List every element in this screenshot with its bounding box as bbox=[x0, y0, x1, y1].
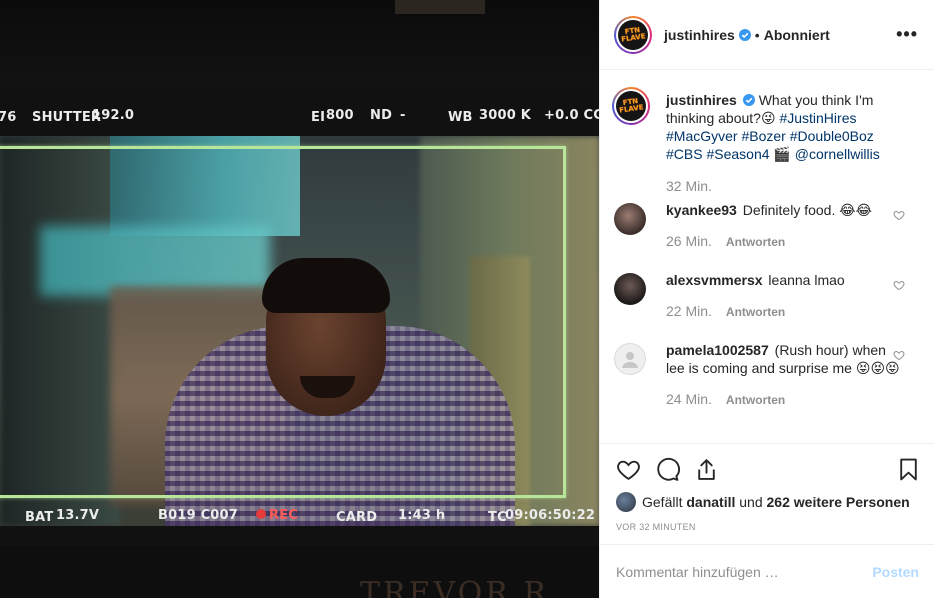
comment-text: leanna lmao bbox=[768, 272, 845, 288]
comment-input[interactable] bbox=[616, 563, 873, 580]
liker-username[interactable]: danatill bbox=[686, 494, 735, 510]
share-icon[interactable] bbox=[694, 457, 719, 482]
hud-tint: +0.0 CC bbox=[544, 108, 599, 123]
avatar-logo-text: FTN FLAVE bbox=[620, 25, 647, 44]
follow-status-button[interactable]: Abonniert bbox=[764, 27, 830, 43]
likes-prefix: Gefällt bbox=[642, 494, 683, 510]
camera-monitor: 76 SHUTTER 192.0 EI 800 ND - WB 3000 K +… bbox=[0, 88, 599, 546]
post-side-panel: FTN FLAVE justinhires • Abonniert ••• FT… bbox=[599, 0, 934, 598]
comment-time: 24 Min. bbox=[666, 391, 712, 407]
post-header: FTN FLAVE justinhires • Abonniert ••• bbox=[600, 0, 934, 70]
action-icons bbox=[616, 454, 921, 484]
post-timestamp[interactable]: VOR 32 MINUTEN bbox=[616, 522, 921, 532]
likes-middle: und bbox=[739, 494, 763, 510]
caption-time: 32 Min. bbox=[666, 178, 712, 194]
comment-time: 26 Min. bbox=[666, 233, 712, 249]
header-avatar[interactable]: FTN FLAVE bbox=[614, 15, 652, 54]
hashtag-link[interactable]: #Double0Boz bbox=[790, 128, 874, 144]
caption-row: FTN FLAVE justinhires What you think I'm… bbox=[612, 87, 919, 195]
comment-username[interactable]: alexsvmmersx bbox=[666, 272, 763, 288]
hud-clip: B019 C007 bbox=[158, 508, 239, 523]
hud-nd-value: - bbox=[400, 108, 406, 123]
hud-shutter-value: 192.0 bbox=[92, 108, 135, 123]
reply-button[interactable]: Antworten bbox=[726, 305, 785, 319]
like-comment-heart-icon[interactable] bbox=[893, 349, 905, 361]
commenter-avatar[interactable] bbox=[614, 203, 646, 235]
like-comment-heart-icon[interactable] bbox=[893, 209, 905, 221]
frame-guide bbox=[0, 146, 566, 498]
liker-avatar bbox=[616, 492, 636, 512]
hud-nd-label: ND bbox=[370, 108, 393, 123]
comment-time: 22 Min. bbox=[666, 303, 712, 319]
comment-row: pamela1002587 (Rush hour) when lee is co… bbox=[614, 341, 919, 409]
rec-dot-icon bbox=[256, 509, 266, 519]
hud-rec: REC bbox=[256, 508, 298, 523]
hashtag-link[interactable]: #MacGyver bbox=[666, 128, 738, 144]
background-sign bbox=[395, 0, 485, 14]
hud-ei-value: 800 bbox=[326, 108, 354, 123]
likes-summary[interactable]: Gefällt danatill und 262 weitere Persone… bbox=[616, 492, 921, 512]
like-heart-icon[interactable] bbox=[616, 457, 641, 482]
header-separator: • bbox=[754, 26, 760, 43]
verified-badge-icon bbox=[742, 94, 755, 106]
verified-badge-icon bbox=[738, 28, 751, 41]
hashtag-link[interactable]: #Bozer bbox=[741, 128, 785, 144]
hashtag-link[interactable]: #CBS bbox=[666, 146, 703, 162]
caption-username[interactable]: justinhires bbox=[666, 92, 737, 108]
post-comment-button[interactable]: Posten bbox=[872, 564, 919, 580]
hud-card-value: 1:43 h bbox=[398, 508, 446, 523]
hud-tc-label: TC bbox=[488, 510, 507, 525]
reply-button[interactable]: Antworten bbox=[726, 393, 785, 407]
hud-wb-label: WB bbox=[448, 110, 473, 125]
hud-shutter-label: SHUTTER bbox=[32, 110, 102, 125]
monitor-hud-bottom: BAT 13.7V B019 C007 REC CARD 1:43 h TC 0… bbox=[0, 508, 599, 534]
comment-bubble-icon[interactable] bbox=[655, 457, 680, 482]
add-comment-form: Posten bbox=[600, 544, 934, 598]
comment-username[interactable]: kyankee93 bbox=[666, 202, 737, 218]
hud-bat-value: 13.7V bbox=[56, 508, 100, 523]
post-photo[interactable]: 76 SHUTTER 192.0 EI 800 ND - WB 3000 K +… bbox=[0, 0, 599, 598]
comment-row: kyankee93 Definitely food. 😂😂 26 Min. Ant… bbox=[614, 201, 919, 251]
hashtag-link[interactable]: #JustinHires bbox=[779, 110, 856, 126]
bookmark-icon[interactable] bbox=[896, 457, 921, 482]
caption-avatar[interactable]: FTN FLAVE bbox=[612, 87, 650, 125]
hud-wb-value: 3000 K bbox=[479, 108, 531, 123]
hud-left-edge: 76 bbox=[0, 110, 17, 125]
hud-bat-label: BAT bbox=[25, 510, 54, 525]
hud-card-label: CARD bbox=[336, 510, 378, 525]
comment-row: alexsvmmersx leanna lmao 22 Min. Antworte… bbox=[614, 271, 919, 321]
stand-text: TREVOR R bbox=[360, 576, 549, 598]
header-username[interactable]: justinhires bbox=[664, 27, 735, 43]
monitor-hud-top: 76 SHUTTER 192.0 EI 800 ND - WB 3000 K +… bbox=[0, 108, 599, 134]
clapper-emoji: 🎬 bbox=[773, 146, 791, 162]
hashtag-link[interactable]: #Season4 bbox=[706, 146, 769, 162]
commenter-avatar[interactable] bbox=[614, 273, 646, 305]
reply-button[interactable]: Antworten bbox=[726, 235, 785, 249]
more-options-icon[interactable]: ••• bbox=[896, 24, 918, 45]
mention-link[interactable]: @cornellwillis bbox=[795, 146, 880, 162]
comment-text: Definitely food. 😂😂 bbox=[742, 202, 872, 218]
post-actions: Gefällt danatill und 262 weitere Persone… bbox=[600, 443, 934, 532]
like-comment-heart-icon[interactable] bbox=[893, 279, 905, 291]
comment-username[interactable]: pamela1002587 bbox=[666, 342, 769, 358]
hud-ei-label: EI bbox=[311, 110, 326, 125]
comments-list[interactable]: FTN FLAVE justinhires What you think I'm… bbox=[600, 71, 934, 443]
hud-tc-value: 09:06:50:22 bbox=[505, 508, 596, 523]
default-avatar-icon[interactable] bbox=[614, 343, 646, 375]
likes-count[interactable]: 262 weitere Personen bbox=[767, 494, 910, 510]
